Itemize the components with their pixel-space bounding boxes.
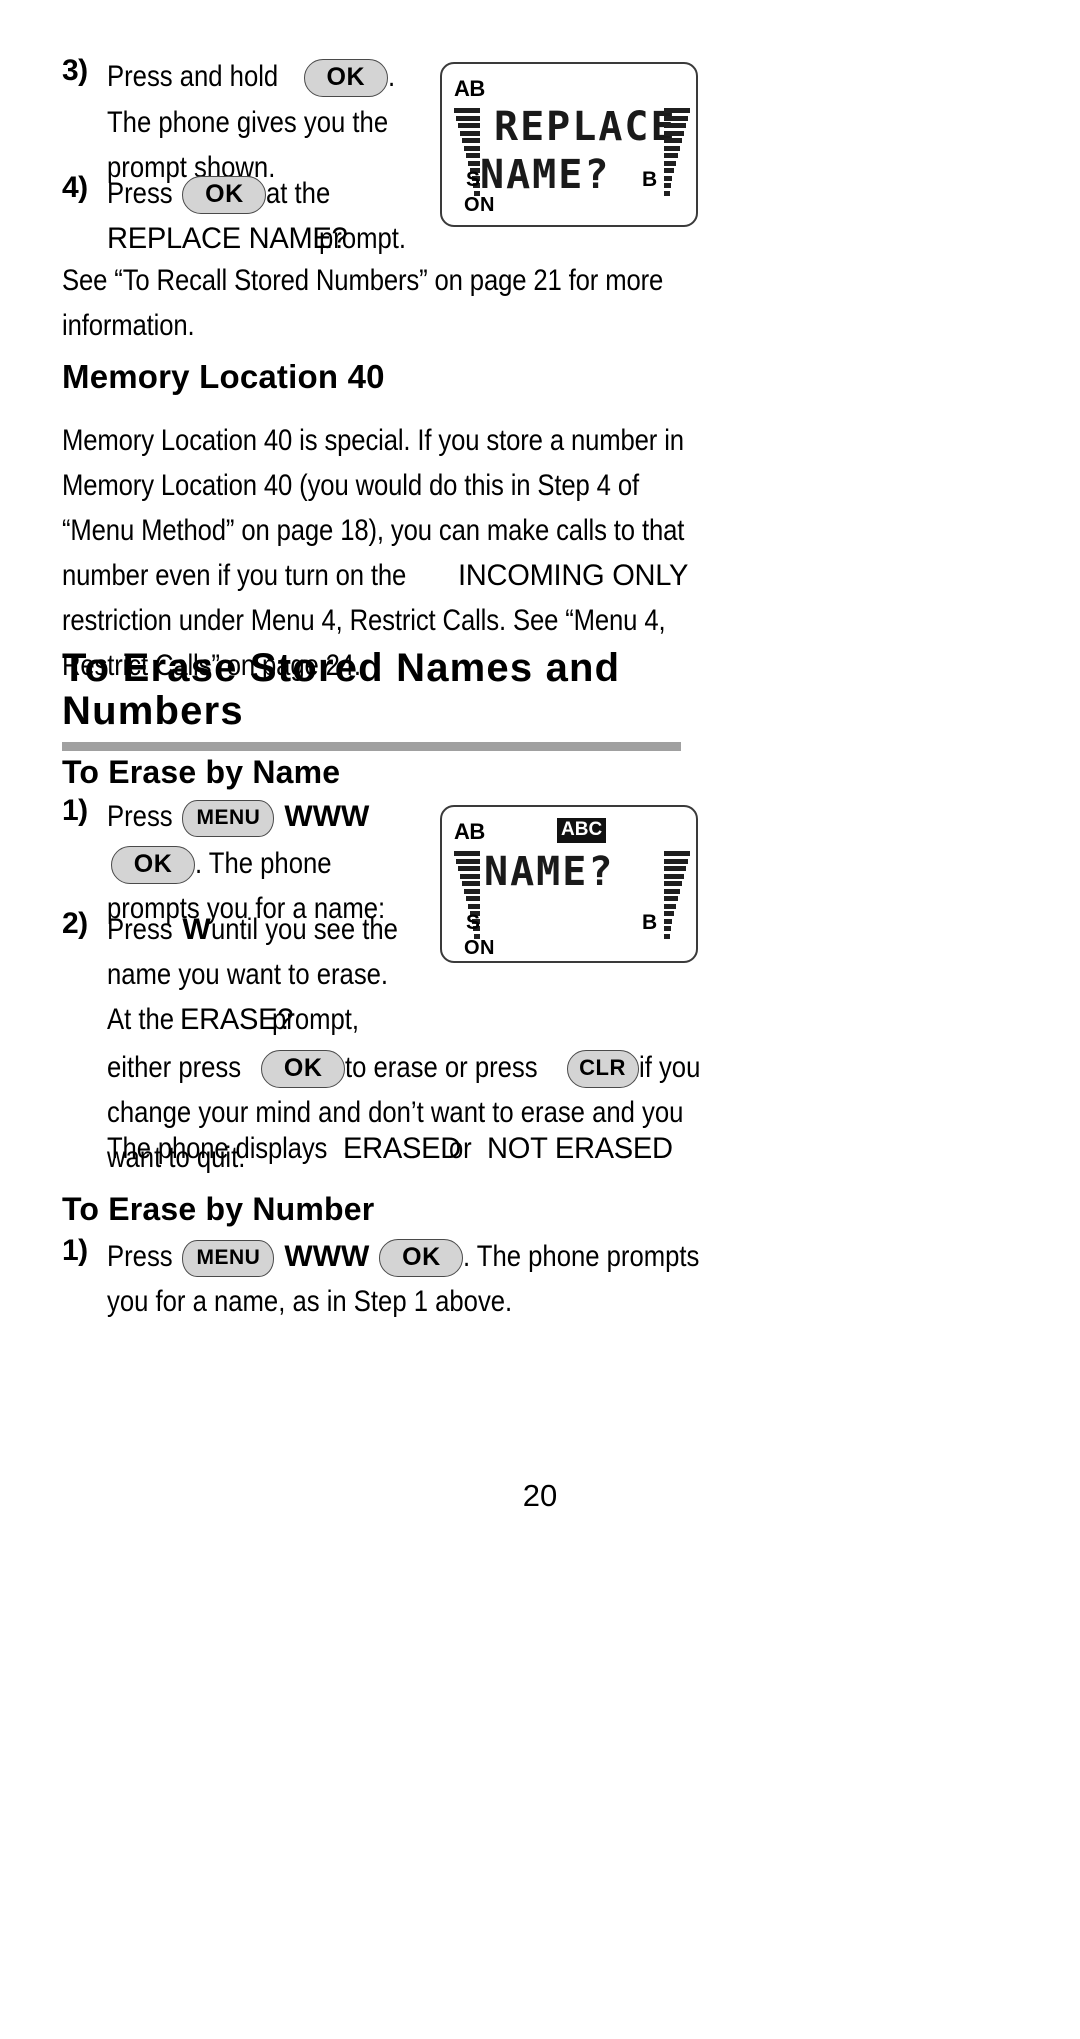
menu-key[interactable]: MENU <box>182 799 275 837</box>
replace-name-prompt: REPLACE NAME? <box>107 222 348 255</box>
step-3-number: 3) <box>62 54 88 87</box>
memory-line-2: Memory Location 40 (you would do this in… <box>62 469 639 502</box>
erase-name-step1-line1: Press MENU WWW <box>107 794 447 839</box>
page-number: 20 <box>522 1478 558 1513</box>
nav-scroll-glyphs: WWW <box>284 800 370 833</box>
erase-name-step2-mid: to erase or press <box>345 1051 538 1084</box>
step-3-body: Press and hold OK . The phone gives you … <box>107 54 457 190</box>
ok-key[interactable]: OK <box>303 59 388 98</box>
memory-line-1: Memory Location 40 is special. If you st… <box>62 424 684 457</box>
erase-by-name-heading: To Erase by Name <box>62 754 341 790</box>
erase-name-either-press: either press <box>107 1051 242 1084</box>
erase-number-press-label: Press <box>107 1240 173 1273</box>
erase-name-step2-line3: At the ERASE? prompt, <box>107 997 707 1045</box>
signal-bar-right <box>664 108 690 198</box>
erase-name-step2-line4-post: if you <box>638 1051 700 1084</box>
erase-number-step1-line2-text: you for a name, as in Step 1 above. <box>107 1285 513 1318</box>
erase-name-press-label: Press <box>107 800 173 833</box>
step-3-text-post: . <box>387 60 395 93</box>
lcd-line-2: NAME? <box>480 152 611 198</box>
incoming-only-prompt: INCOMING ONLY <box>457 559 688 592</box>
erase-name-step1-line2-text: . The phone <box>195 847 332 880</box>
menu-key[interactable]: MENU <box>182 1239 275 1277</box>
erase-result-or: or <box>449 1132 472 1165</box>
step-3-line2-text: The phone gives you the <box>107 106 389 139</box>
erase-name-prompt-tail: prompt, <box>272 1003 360 1036</box>
ok-key[interactable]: OK <box>261 1050 346 1089</box>
lcd-line-1: REPLACE <box>494 104 677 150</box>
step-4-number: 4) <box>62 171 88 204</box>
ok-key[interactable]: OK <box>182 176 267 215</box>
lcd-ab-indicator: AB <box>454 76 485 101</box>
step-4-prompt-tail: prompt. <box>319 222 407 255</box>
erase-by-number-heading: To Erase by Number <box>62 1191 375 1227</box>
erase-name-step-1-number: 1) <box>62 794 88 827</box>
erase-number-step1-line2: you for a name, as in Step 1 above. <box>107 1279 727 1324</box>
clr-key[interactable]: CLR <box>566 1050 639 1089</box>
erase-name-at-the-label: At the <box>107 1003 175 1036</box>
section-heading-line-2: Numbers <box>62 689 244 733</box>
ok-key[interactable]: OK <box>379 1239 464 1278</box>
step-4-text-pre: Press <box>107 177 173 210</box>
lcd-s-indicator: S <box>466 168 481 191</box>
lcd-line-1: NAME? <box>484 849 615 895</box>
erase-number-step-1-number: 1) <box>62 1234 88 1267</box>
step-4-body: Press OK at the REPLACE NAME? prompt. <box>107 171 467 264</box>
see-also-line-1: See “To Recall Stored Numbers” on page 2… <box>62 264 664 297</box>
see-also-paragraph: See “To Recall Stored Numbers” on page 2… <box>62 258 753 348</box>
erase-name-step2-line4: either press OK to erase or press CLR if… <box>107 1045 707 1090</box>
erase-number-step1-line1: Press MENU WWW OK. The phone prompts <box>107 1234 727 1279</box>
erase-name-step2-press: Press <box>107 913 173 946</box>
see-also-line-2: information. <box>62 309 195 342</box>
nav-scroll-glyph: W <box>182 913 211 946</box>
step-3-text-pre: Press and hold <box>107 60 279 93</box>
erase-name-step1-line2: OK. The phone <box>107 841 447 886</box>
nav-scroll-glyphs: WWW <box>284 1240 370 1273</box>
lcd-display-replace-name: AB S ON REPLACE NAME? B <box>440 62 698 227</box>
step-4-line-2: REPLACE NAME? prompt. <box>107 216 467 264</box>
step-3-line-1: Press and hold OK . <box>107 54 457 99</box>
erase-number-step1-post: . The phone prompts <box>463 1240 700 1273</box>
memory-location-heading: Memory Location 40 <box>62 358 385 395</box>
memory-line-5: restriction under Menu 4, Restrict Calls… <box>62 604 666 637</box>
erase-name-step-2-number: 2) <box>62 907 88 940</box>
erase-name-step2-line2-text: name you want to erase. <box>107 958 389 991</box>
lcd-ab-indicator: AB <box>454 819 485 844</box>
erase-name-step2-line1: Press W until you see the <box>107 907 707 952</box>
lcd-abc-badge: ABC <box>557 818 607 843</box>
step-4-text-post: at the <box>266 177 331 210</box>
erase-number-step-1-body: Press MENU WWW OK. The phone prompts you f… <box>107 1234 727 1324</box>
memory-line-3: “Menu Method” on page 18), you can make … <box>62 514 685 547</box>
section-heading-line-1: To Erase Stored Names and <box>62 646 621 690</box>
manual-page: 3) Press and hold OK . The phone gives y… <box>0 0 1080 2039</box>
step-3-line-2: The phone gives you the <box>107 100 457 145</box>
erased-prompt: ERASED <box>343 1132 461 1165</box>
not-erased-prompt: NOT ERASED <box>487 1132 673 1165</box>
ok-key[interactable]: OK <box>111 846 195 885</box>
heading-divider-rule <box>62 742 681 751</box>
step-4-line-1: Press OK at the <box>107 171 467 216</box>
memory-line-4: number even if you turn on the INCOMING … <box>62 553 777 598</box>
lcd-b-indicator: B <box>642 168 658 191</box>
erase-result-prefix: The phone displays <box>107 1132 328 1165</box>
erase-name-step2-line2: name you want to erase. <box>107 952 707 997</box>
memory-line-4-text: number even if you turn on the <box>62 559 407 592</box>
erase-name-step2-line1-post: until you see the <box>210 913 398 946</box>
